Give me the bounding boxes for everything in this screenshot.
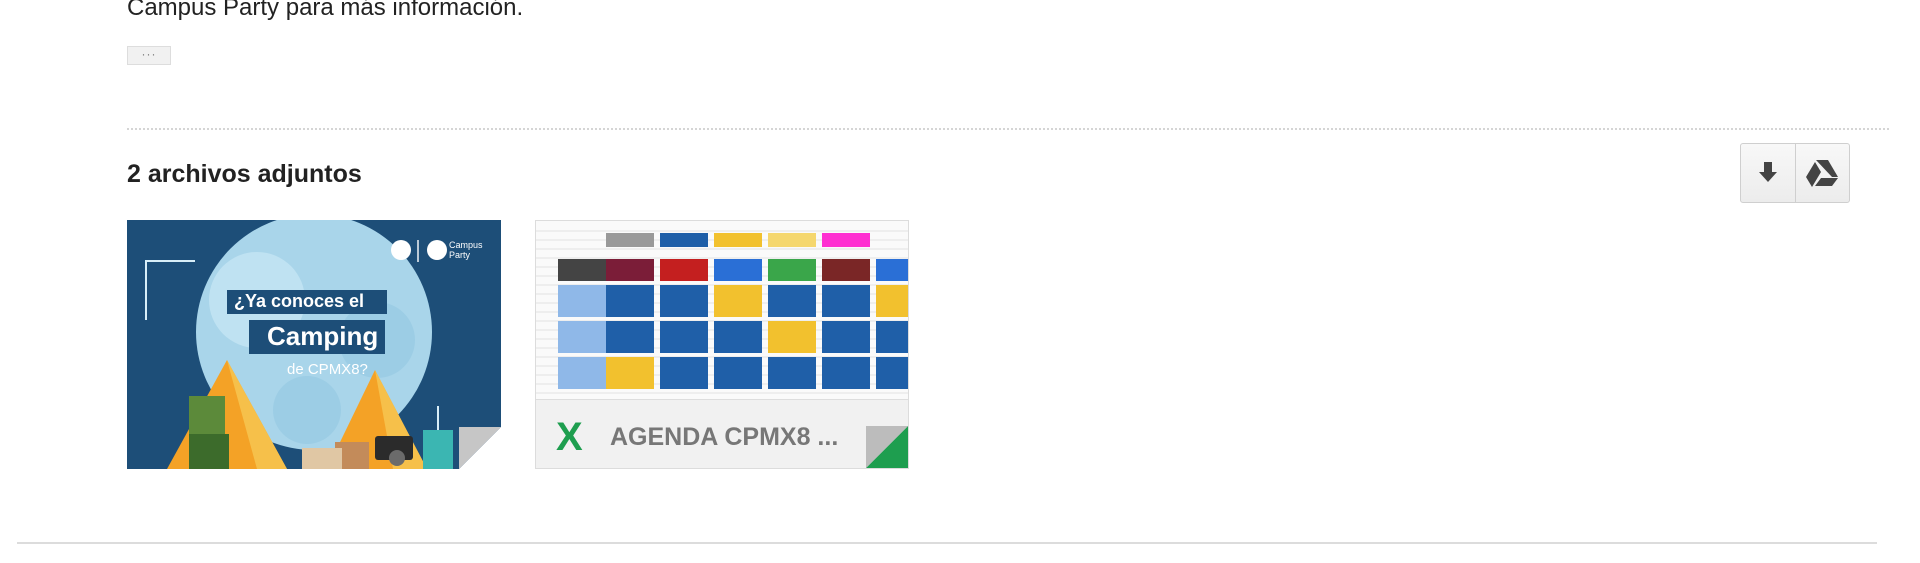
spreadsheet-cell bbox=[606, 233, 654, 247]
google-drive-icon bbox=[1806, 160, 1839, 187]
spreadsheet-cell bbox=[660, 233, 708, 247]
attachment-footer: X AGENDA CPMX8 ... bbox=[536, 399, 908, 468]
spreadsheet-cell bbox=[876, 285, 908, 317]
attachments-actions bbox=[1740, 143, 1850, 203]
spreadsheet-cell bbox=[768, 233, 816, 247]
spreadsheet-cell bbox=[660, 285, 708, 317]
spreadsheet-cell bbox=[822, 357, 870, 389]
spreadsheet-cell bbox=[660, 259, 708, 281]
page-fold-corner bbox=[459, 427, 501, 469]
spreadsheet-cell bbox=[876, 259, 908, 281]
spreadsheet-cell bbox=[606, 285, 654, 317]
poster-logo-text: Campus Party bbox=[449, 240, 483, 260]
spreadsheet-cell bbox=[606, 357, 654, 389]
spreadsheet-cell bbox=[558, 259, 606, 281]
spreadsheet-cell bbox=[558, 357, 606, 389]
spreadsheet-cell bbox=[714, 233, 762, 247]
poster-line-2: Camping bbox=[267, 321, 379, 351]
spreadsheet-cell bbox=[822, 285, 870, 317]
download-icon bbox=[1758, 162, 1777, 182]
spreadsheet-cell bbox=[714, 259, 762, 281]
poster-line-1: ¿Ya conoces el bbox=[234, 291, 365, 311]
attachment-image-card[interactable]: Campus Party ¿Ya conoces el Camping de C… bbox=[127, 220, 501, 469]
spreadsheet-thumbnail bbox=[536, 221, 908, 399]
spreadsheet-cell bbox=[822, 233, 870, 247]
attachment-file-name: AGENDA CPMX8 ... bbox=[610, 423, 839, 451]
spreadsheet-cell bbox=[606, 321, 654, 353]
attachments-divider bbox=[127, 128, 1889, 130]
spreadsheet-cell bbox=[558, 285, 606, 317]
spreadsheet-cell bbox=[660, 357, 708, 389]
attachment-spreadsheet-card[interactable]: X AGENDA CPMX8 ... bbox=[535, 220, 909, 469]
poster-line-3: de CPMX8? bbox=[287, 361, 368, 378]
spreadsheet-cell bbox=[876, 321, 908, 353]
attachments-title: 2 archivos adjuntos bbox=[127, 160, 362, 188]
excel-icon: X bbox=[556, 415, 583, 459]
show-trimmed-content-button[interactable]: ··· bbox=[127, 46, 171, 65]
spreadsheet-cell bbox=[768, 321, 816, 353]
spreadsheet-cell bbox=[714, 357, 762, 389]
spreadsheet-cell bbox=[714, 321, 762, 353]
spreadsheet-cell bbox=[822, 259, 870, 281]
spreadsheet-cell bbox=[558, 321, 606, 353]
save-to-drive-button[interactable] bbox=[1794, 144, 1850, 202]
download-all-button[interactable] bbox=[1741, 144, 1795, 202]
spreadsheet-cell bbox=[822, 321, 870, 353]
spreadsheet-cell bbox=[714, 285, 762, 317]
spreadsheet-cell bbox=[660, 321, 708, 353]
spreadsheet-cell bbox=[768, 357, 816, 389]
page-fold-corner bbox=[866, 426, 908, 468]
spreadsheet-cell bbox=[606, 259, 654, 281]
spreadsheet-cell bbox=[768, 259, 816, 281]
message-bottom-divider bbox=[17, 542, 1877, 544]
spreadsheet-cell bbox=[768, 285, 816, 317]
spreadsheet-cell bbox=[876, 357, 908, 389]
email-body-text: Campus Party para más información. bbox=[127, 0, 524, 21]
